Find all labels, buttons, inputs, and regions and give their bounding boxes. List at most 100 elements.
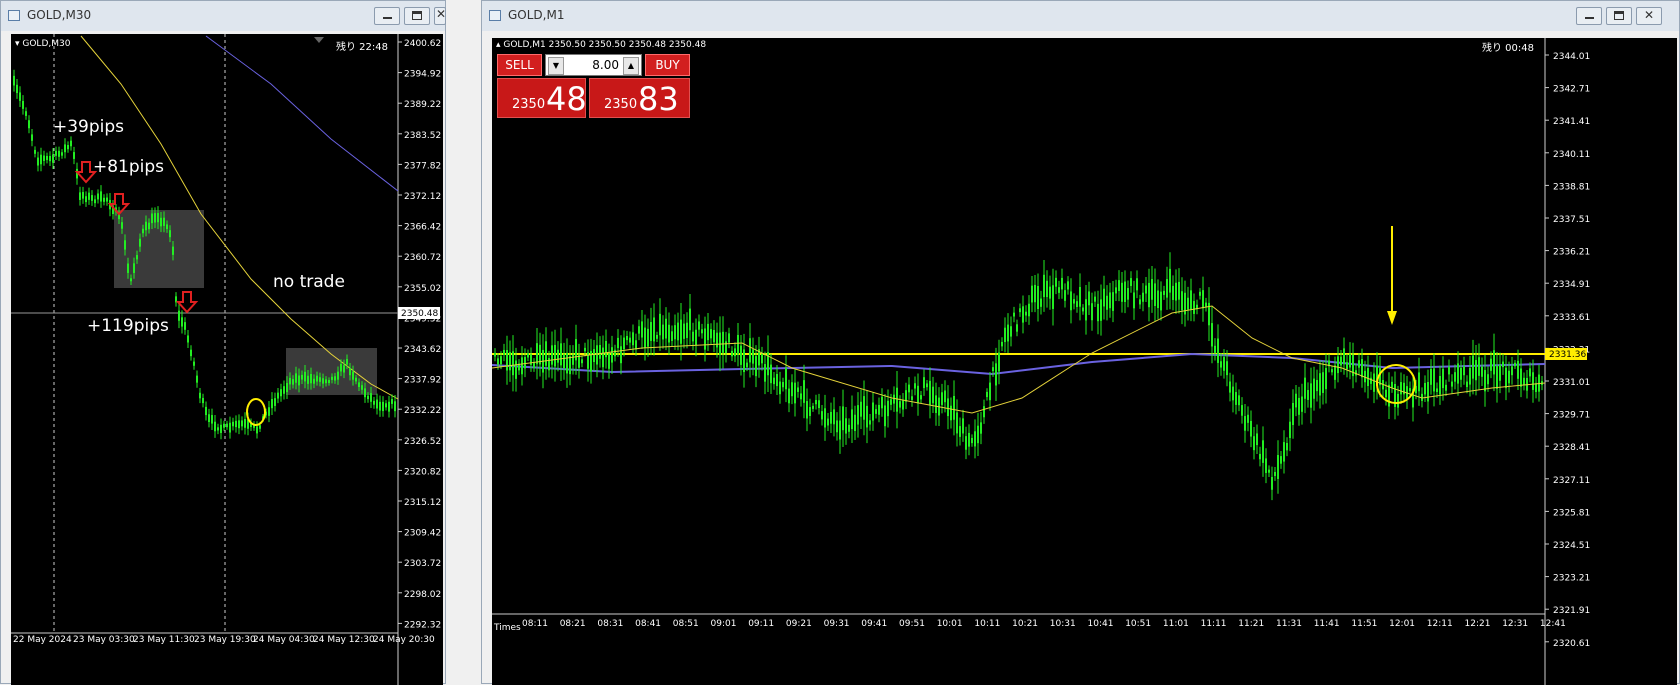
price-candle	[286, 383, 288, 393]
time-axis-label: 10:01	[937, 619, 963, 629]
price-candle	[980, 422, 982, 434]
price-candle	[650, 322, 652, 341]
price-candle	[896, 387, 898, 412]
price-candle	[1019, 308, 1021, 313]
price-candle	[1121, 282, 1123, 302]
sell-price-box[interactable]: 2350 48	[497, 78, 587, 118]
price-candle	[722, 331, 724, 353]
price-candle	[1472, 355, 1474, 379]
price-candle	[190, 349, 192, 357]
price-candle	[884, 405, 886, 427]
price-candle	[1100, 299, 1102, 321]
price-candle	[740, 345, 742, 365]
buy-price-box[interactable]: 2350 83	[589, 78, 690, 118]
price-candle	[1466, 381, 1468, 388]
price-candle	[1322, 372, 1324, 393]
price-candle	[1520, 368, 1522, 387]
annotation-119pips: +119pips	[87, 316, 169, 336]
price-axis-label: 2298.02	[404, 590, 441, 600]
annotation-39pips: +39pips	[53, 117, 124, 137]
price-candle	[1511, 366, 1513, 376]
lot-decrease-icon[interactable]: ▼	[548, 57, 564, 75]
price-axis-label: 2309.42	[404, 529, 441, 539]
price-axis-label: 2366.42	[404, 223, 441, 233]
price-candle	[205, 406, 207, 416]
time-axis-label: 09:31	[824, 619, 850, 629]
price-candle	[49, 156, 51, 162]
price-candle	[1505, 367, 1507, 389]
price-candle	[1451, 381, 1453, 387]
price-candle	[845, 418, 847, 434]
price-candle	[1424, 382, 1426, 395]
sell-price-pips: 48	[546, 80, 587, 118]
maximize-button[interactable]	[404, 7, 430, 25]
right-chart-area[interactable]: 2344.01 2342.71 2341.41 2340.11 2338.81 2337.…	[492, 38, 1677, 685]
buy-button[interactable]: BUY	[645, 54, 690, 76]
price-candle	[1178, 281, 1180, 300]
price-candle	[1043, 274, 1045, 298]
price-candle	[506, 350, 508, 371]
minimize-icon	[383, 17, 392, 19]
time-axis-label: 10:51	[1125, 619, 1151, 629]
lot-size-input[interactable]: 8.00	[592, 58, 619, 72]
price-candle	[1523, 377, 1525, 386]
minimize-icon	[1585, 17, 1594, 19]
price-candle	[328, 380, 330, 384]
sell-button[interactable]: SELL	[497, 54, 542, 76]
price-candle	[142, 228, 144, 234]
price-candle	[881, 396, 883, 409]
close-button[interactable]: ✕	[1636, 7, 1662, 25]
price-candle	[259, 425, 261, 429]
price-candle	[1313, 378, 1315, 399]
price-candle	[902, 400, 904, 410]
price-candle	[1283, 442, 1285, 462]
left-chart-area[interactable]: 2400.62 2394.92 2389.22 2383.52 2377.82 2372.…	[11, 34, 443, 685]
price-candle	[1073, 299, 1075, 304]
price-candle	[827, 418, 829, 426]
price-candle	[1298, 397, 1300, 415]
price-candle	[1058, 287, 1060, 293]
left-titlebar[interactable]: GOLD,M30 ✕	[1, 1, 446, 31]
price-candle	[238, 420, 240, 429]
close-button[interactable]: ✕	[434, 7, 446, 25]
price-candle	[968, 432, 970, 447]
price-candle	[545, 341, 547, 366]
price-candle	[680, 319, 682, 344]
m1-chart[interactable]: 2344.01 2342.71 2341.41 2340.11 2338.81 2337.…	[492, 38, 1677, 685]
price-candle	[1307, 390, 1309, 400]
price-candle	[1082, 307, 1084, 312]
price-candle	[953, 395, 955, 420]
price-candle	[172, 246, 174, 255]
price-candle	[37, 157, 39, 166]
lot-increase-icon[interactable]: ▲	[623, 57, 639, 75]
price-candle	[283, 386, 285, 394]
price-axis-label: 2355.02	[404, 284, 441, 294]
price-candle	[244, 418, 246, 428]
m30-chart[interactable]: 2400.62 2394.92 2389.22 2383.52 2377.82 2372.…	[11, 34, 443, 685]
right-titlebar[interactable]: GOLD,M1 ✕	[482, 1, 1679, 31]
price-axis-label: 2338.81	[1553, 182, 1590, 192]
price-axis-label: 2320.61	[1553, 639, 1590, 649]
price-candle	[1448, 366, 1450, 375]
maximize-button[interactable]	[1606, 7, 1632, 25]
price-candle	[1460, 368, 1462, 380]
price-candle	[947, 398, 949, 417]
lot-size-stepper[interactable]: ▼ 8.00 ▲	[545, 54, 642, 76]
price-candle	[1271, 476, 1273, 490]
price-candle	[1055, 277, 1057, 287]
price-candle	[809, 407, 811, 416]
time-axis-label: 11:41	[1314, 619, 1340, 629]
price-candle	[1487, 374, 1489, 385]
price-candle	[1118, 280, 1120, 291]
price-candle	[1334, 365, 1336, 380]
buy-price-pips: 83	[638, 80, 679, 118]
minimize-button[interactable]	[1576, 7, 1602, 25]
support-price-label: 2331.36	[1549, 350, 1586, 360]
minimize-button[interactable]	[374, 7, 400, 25]
price-candle	[1046, 280, 1048, 298]
price-axis-label: 2321.91	[1553, 606, 1590, 616]
price-candle	[653, 317, 655, 342]
price-candle	[818, 400, 820, 409]
price-candle	[208, 414, 210, 423]
time-axis-label: 10:31	[1050, 619, 1076, 629]
